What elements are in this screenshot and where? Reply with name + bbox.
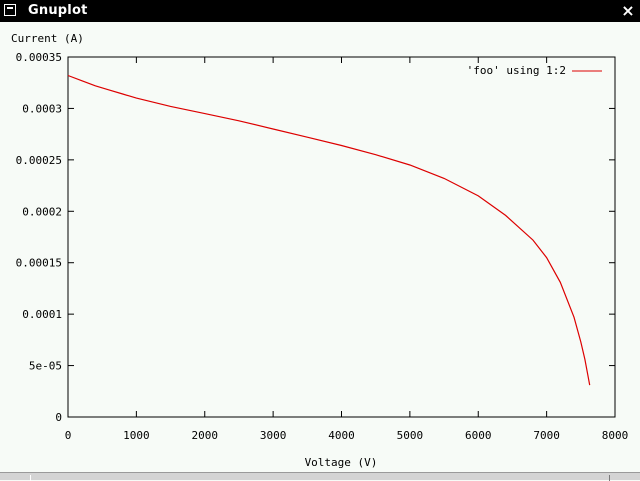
ticks-layer: 0 1000 2000 3000 4000 5000 6000 7000 8000 0 5e-05 0… (16, 51, 629, 442)
y-tick-label: 0.0003 (22, 102, 62, 115)
x-tick-label: 2000 (192, 429, 219, 442)
y-tick-label: 0.0001 (22, 308, 62, 321)
x-axis-label: Voltage (V) (305, 456, 378, 469)
x-tick-label: 4000 (328, 429, 355, 442)
x-tick-label: 6000 (465, 429, 492, 442)
series-layer (67, 74, 591, 386)
plot-border (67, 56, 616, 418)
legend: 'foo' using 1:2 (467, 64, 602, 77)
y-tick-label: 0.0002 (22, 205, 62, 218)
chart: Current (A) Voltage (V) 0 1000 2000 3000 400… (11, 32, 629, 469)
series-line (67, 74, 591, 386)
y-tick-label: 0.00035 (16, 51, 62, 64)
y-tick-label: 0 (55, 411, 62, 424)
y-axis-label: Current (A) (11, 32, 84, 45)
x-tick-label: 1000 (123, 429, 150, 442)
y-tick-label: 0.00015 (16, 257, 62, 270)
window-title: Gnuplot (28, 3, 88, 18)
status-bar (0, 472, 640, 481)
x-tick-label: 3000 (260, 429, 287, 442)
close-icon[interactable]: × (620, 2, 636, 20)
window-menu-icon[interactable] (4, 4, 16, 16)
status-bar-segment (30, 475, 610, 481)
window-titlebar[interactable]: Gnuplot × (0, 0, 640, 22)
y-tick-label: 0.00025 (16, 154, 62, 167)
x-tick-label: 0 (65, 429, 72, 442)
x-tick-label: 8000 (602, 429, 629, 442)
y-tick-label: 5e-05 (29, 360, 62, 373)
legend-label: 'foo' using 1:2 (467, 64, 566, 77)
x-tick-label: 7000 (533, 429, 560, 442)
x-tick-label: 5000 (397, 429, 424, 442)
plot-canvas: Current (A) Voltage (V) 0 1000 2000 3000 400… (0, 22, 640, 472)
